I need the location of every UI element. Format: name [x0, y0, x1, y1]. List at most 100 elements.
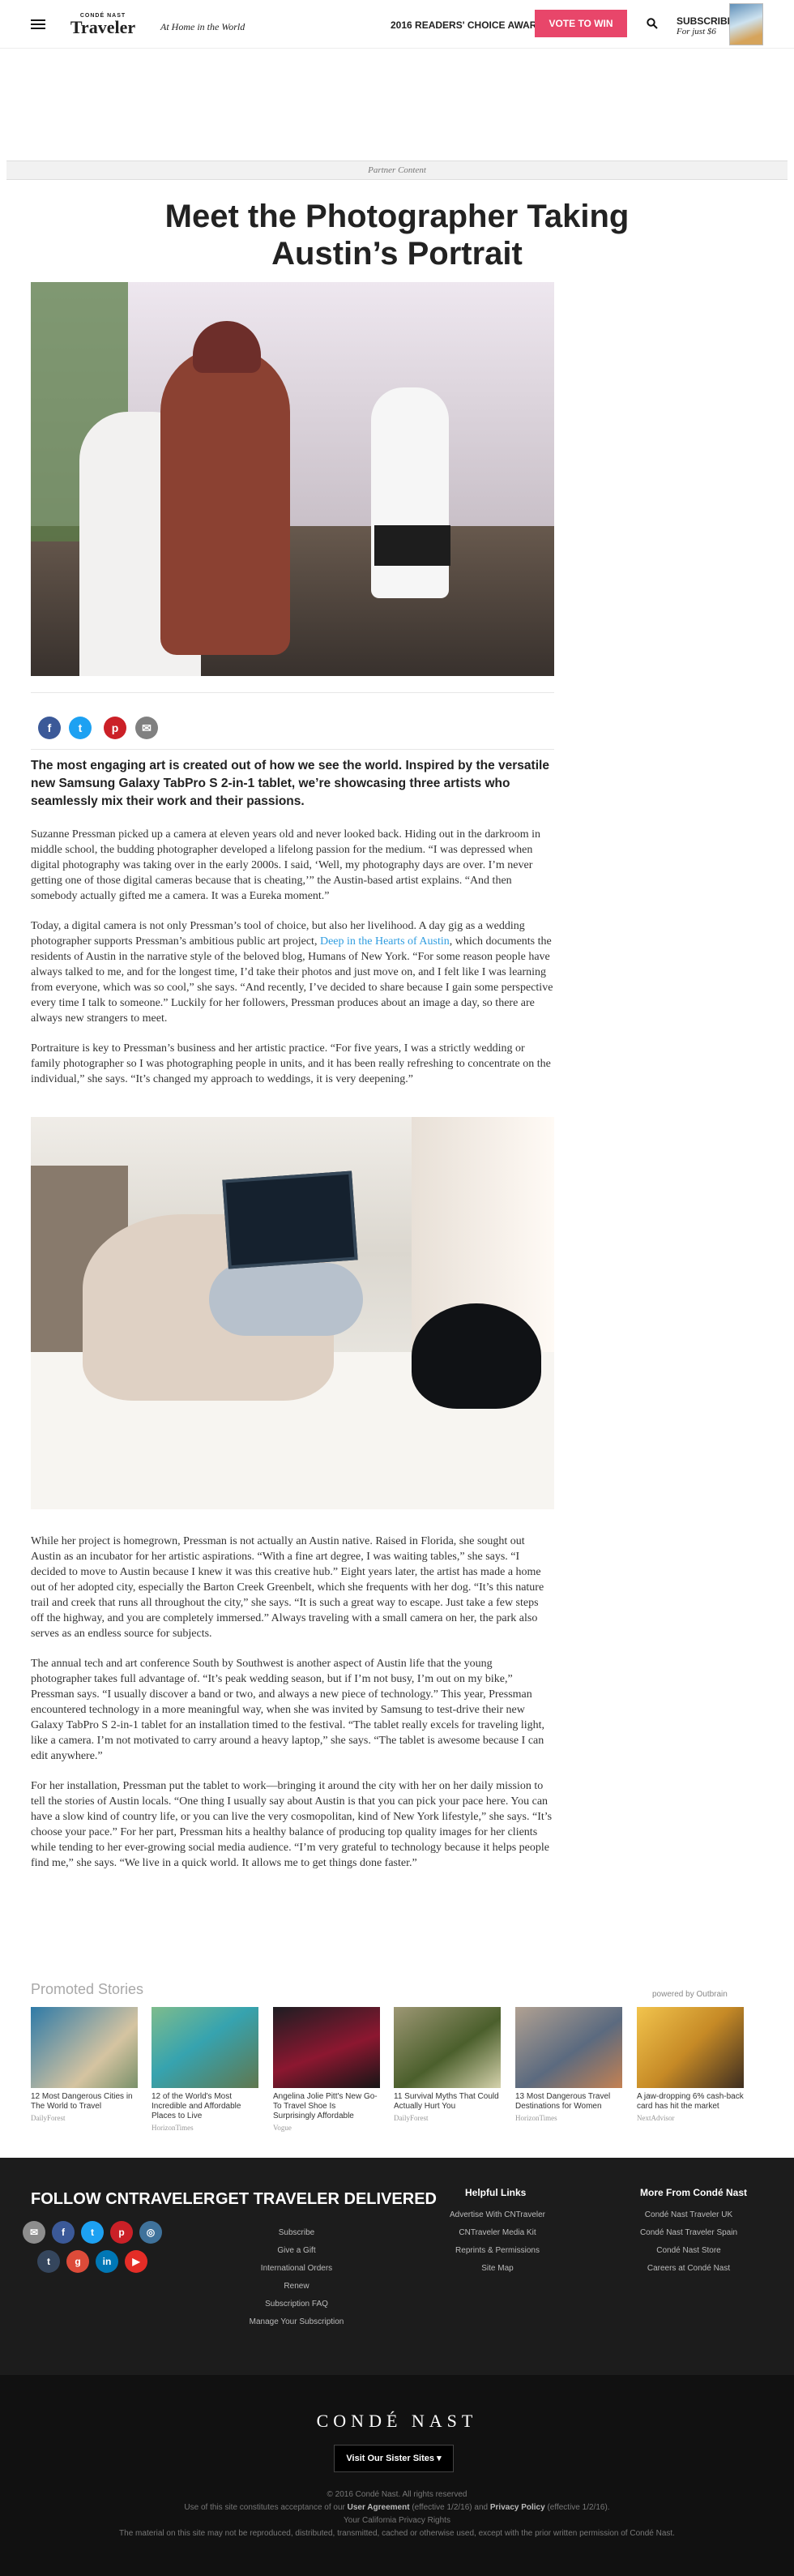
legal-line: Use of this site constitutes acceptance …: [81, 2501, 713, 2514]
site-header: CONDÉ NAST Traveler At Home in the World…: [0, 0, 794, 49]
pinterest-share-button[interactable]: p: [104, 717, 126, 739]
footer-link[interactable]: Manage Your Subscription: [216, 2313, 378, 2331]
legal-text-part: (effective 1/2/16).: [547, 2503, 610, 2512]
promoted-thumbnail: [152, 2007, 258, 2088]
promoted-source: Vogue: [273, 2124, 292, 2132]
footer-link[interactable]: Site Map: [416, 2260, 578, 2278]
paragraph: Suzanne Pressman picked up a camera at e…: [31, 828, 541, 902]
conde-nast-logo[interactable]: CONDÉ NAST: [0, 2411, 794, 2432]
promoted-item[interactable]: Angelina Jolie Pitt's New Go-To Travel S…: [273, 2007, 380, 2132]
footer-link[interactable]: Subscribe: [216, 2224, 378, 2242]
dog: [412, 1303, 541, 1409]
footer-link[interactable]: Renew: [216, 2278, 378, 2296]
footer-link[interactable]: Give a Gift: [216, 2242, 378, 2260]
promoted-item-title: A jaw-dropping 6% cash-back card has hit…: [637, 2092, 744, 2111]
site-footer: FOLLOW CNTRAVELER GET TRAVELER DELIVERED…: [0, 2158, 794, 2576]
footer-link[interactable]: Subscription FAQ: [216, 2296, 378, 2313]
partner-content-label: Partner Content: [6, 160, 788, 180]
pinterest-icon[interactable]: p: [110, 2221, 133, 2244]
promoted-thumbnail: [637, 2007, 744, 2088]
promoted-thumbnail: [273, 2007, 380, 2088]
user-agreement-link[interactable]: User Agreement: [348, 2503, 410, 2512]
footer-link[interactable]: Reprints & Permissions: [416, 2242, 578, 2260]
promoted-source: HorizonTimes: [515, 2114, 557, 2122]
linkedin-icon[interactable]: in: [96, 2250, 118, 2273]
footer-link[interactable]: Condé Nast Store: [604, 2242, 774, 2260]
youtube-icon[interactable]: ▶: [125, 2250, 147, 2273]
footer-link[interactable]: International Orders: [216, 2260, 378, 2278]
delivered-links: Subscribe Give a Gift International Orde…: [216, 2224, 378, 2331]
footer-link[interactable]: CNTraveler Media Kit: [416, 2224, 578, 2242]
promoted-item[interactable]: A jaw-dropping 6% cash-back card has hit…: [637, 2007, 744, 2122]
facebook-icon[interactable]: f: [52, 2221, 75, 2244]
promoted-item-title: 13 Most Dangerous Travel Destinations fo…: [515, 2092, 611, 2111]
google-plus-icon[interactable]: g: [66, 2250, 89, 2273]
promoted-item[interactable]: 13 Most Dangerous Travel Destinations fo…: [515, 2007, 622, 2122]
subscribe-link[interactable]: SUBSCRIBE For just $6: [677, 15, 734, 36]
paragraph: While her project is homegrown, Pressman…: [31, 1535, 544, 1640]
helpful-links: Advertise With CNTraveler CNTraveler Med…: [416, 2206, 578, 2278]
follow-heading: FOLLOW CNTRAVELER: [31, 2190, 216, 2208]
more-title: More From Condé Nast: [640, 2187, 748, 2198]
divider: [31, 749, 554, 750]
tablet: [222, 1170, 358, 1269]
promoted-thumbnail: [515, 2007, 622, 2088]
hero-skirt: [374, 525, 450, 566]
legal-text-part: (effective 1/2/16) and: [412, 2503, 489, 2512]
hero-person: [160, 347, 290, 655]
tablet-photo: [31, 1117, 554, 1509]
promoted-item-title: Angelina Jolie Pitt's New Go-To Travel S…: [273, 2092, 378, 2120]
twitter-icon[interactable]: t: [81, 2221, 104, 2244]
legal-line: The material on this site may not be rep…: [119, 2529, 675, 2538]
hero-photographer: [371, 387, 449, 598]
logo-main: Traveler: [70, 17, 136, 37]
paragraph-text: , which documents the residents of Austi…: [31, 935, 553, 1025]
delivered-heading: GET TRAVELER DELIVERED: [216, 2190, 437, 2208]
article-body-top: Suzanne Pressman picked up a camera at e…: [31, 827, 554, 1102]
promoted-thumbnail: [31, 2007, 138, 2088]
search-icon[interactable]: [647, 18, 658, 29]
email-share-button[interactable]: ✉: [135, 717, 158, 739]
outbrain-credit[interactable]: powered by Outbrain: [652, 1990, 728, 1999]
subscribe-price: For just $6: [677, 27, 716, 36]
promoted-source: NextAdvisor: [637, 2114, 675, 2122]
tagline: At Home in the World: [160, 21, 245, 32]
twitter-share-button[interactable]: t: [69, 717, 92, 739]
promoted-item-title: 12 Most Dangerous Cities in The World to…: [31, 2092, 133, 2111]
footer-link[interactable]: Condé Nast Traveler UK: [604, 2206, 774, 2224]
promoted-thumbnail: [394, 2007, 501, 2088]
promoted-source: DailyForest: [394, 2114, 429, 2122]
promoted-item-title: 11 Survival Myths That Could Actually Hu…: [394, 2092, 499, 2111]
california-privacy-link[interactable]: Your California Privacy Rights: [81, 2514, 713, 2527]
hero-photo: [31, 282, 554, 676]
more-links: Condé Nast Traveler UK Condé Nast Travel…: [604, 2206, 774, 2278]
footer-link[interactable]: Condé Nast Traveler Spain: [604, 2224, 774, 2242]
sister-sites-dropdown[interactable]: Visit Our Sister Sites ▾: [334, 2445, 454, 2472]
vote-button[interactable]: VOTE TO WIN: [535, 10, 627, 37]
paragraph: Portraiture is key to Pressman’s busines…: [31, 1042, 551, 1085]
privacy-policy-link[interactable]: Privacy Policy: [490, 2503, 545, 2512]
promoted-item[interactable]: 12 Most Dangerous Cities in The World to…: [31, 2007, 138, 2122]
email-icon[interactable]: ✉: [23, 2221, 45, 2244]
page-title: Meet the Photographer Taking Austin’s Po…: [164, 199, 630, 272]
instagram-icon[interactable]: ◎: [139, 2221, 162, 2244]
promoted-item[interactable]: 11 Survival Myths That Could Actually Hu…: [394, 2007, 501, 2122]
logo[interactable]: CONDÉ NAST Traveler: [66, 13, 139, 36]
facebook-share-button[interactable]: f: [38, 717, 61, 739]
legal-text: © 2016 Condé Nast. All rights reserved U…: [81, 2488, 713, 2540]
paragraph: Today, a digital camera is not only Pres…: [31, 918, 554, 1026]
menu-icon[interactable]: [31, 19, 45, 29]
copyright: © 2016 Condé Nast. All rights reserved: [327, 2490, 467, 2499]
article-body-bottom: While her project is homegrown, Pressman…: [31, 1534, 554, 1885]
promoted-title: Promoted Stories: [31, 1981, 144, 1997]
magazine-cover[interactable]: [729, 3, 763, 45]
tumblr-icon[interactable]: t: [37, 2250, 60, 2273]
footer-link[interactable]: Advertise With CNTraveler: [416, 2206, 578, 2224]
divider: [31, 692, 554, 693]
award-link[interactable]: 2016 READERS' CHOICE AWARDS: [391, 19, 550, 31]
paragraph: The annual tech and art conference South…: [31, 1658, 545, 1762]
paragraph: For her installation, Pressman put the t…: [31, 1780, 553, 1869]
project-link[interactable]: Deep in the Hearts of Austin: [320, 935, 450, 948]
promoted-item[interactable]: 12 of the World's Most Incredible and Af…: [152, 2007, 258, 2132]
footer-link[interactable]: Careers at Condé Nast: [604, 2260, 774, 2278]
